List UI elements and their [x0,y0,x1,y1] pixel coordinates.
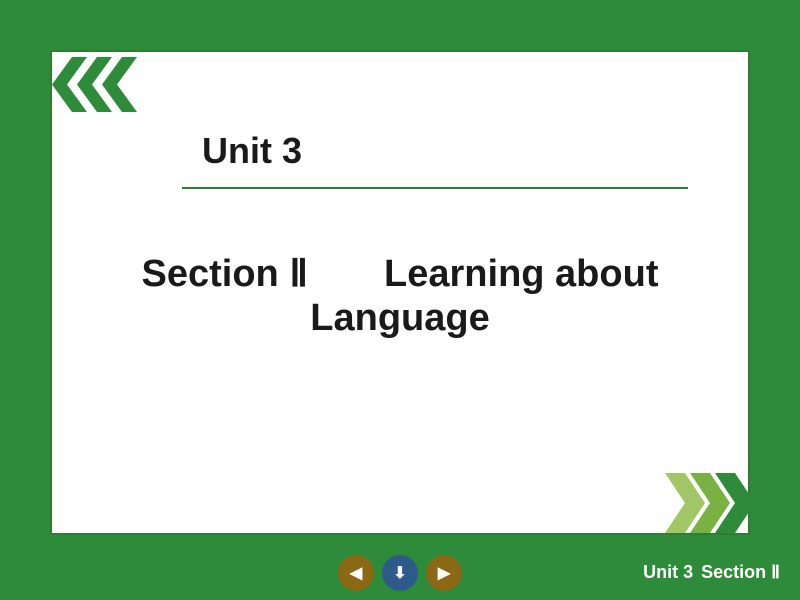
next-button[interactable]: ▶ [426,555,462,591]
bottom-section-label: Section Ⅱ [701,562,780,583]
unit-title: Unit 3 [202,130,302,171]
bottom-unit-label: Unit 3 [643,562,693,583]
decorative-chevrons-left [52,52,137,122]
nav-buttons: ◀ ⬇ ▶ [338,555,462,591]
unit-title-area: Unit 3 [182,112,688,189]
bottom-bar: ◀ ⬇ ▶ Unit 3 Section Ⅱ [0,545,800,600]
prev-button[interactable]: ◀ [338,555,374,591]
main-content-area: Unit 3 Section Ⅱ Learning about Language [50,50,750,535]
decorative-chevrons-right [665,473,750,538]
header-bar [0,0,800,32]
section-area: Section Ⅱ Learning about Language [102,222,698,360]
bottom-right-labels: Unit 3 Section Ⅱ [643,562,780,583]
section-title: Section Ⅱ Learning about Language [122,242,678,340]
home-button[interactable]: ⬇ [382,555,418,591]
